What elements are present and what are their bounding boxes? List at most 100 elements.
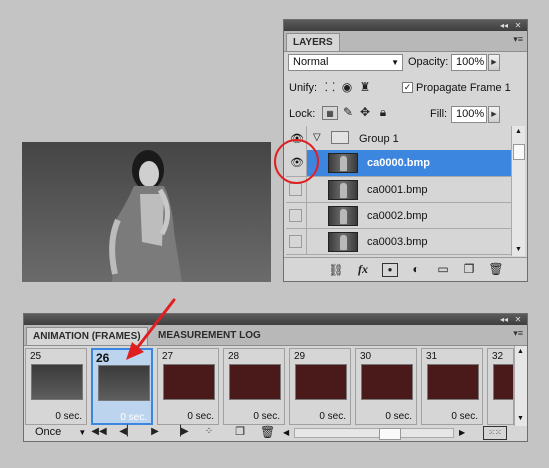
frame-25[interactable]: 25 0 sec.: [25, 348, 87, 425]
scroll-up-icon[interactable]: ▲: [515, 128, 522, 135]
panel-menu-icon[interactable]: ▾≡: [513, 34, 523, 45]
trash-icon[interactable]: 🗑︎: [488, 262, 504, 276]
folder-icon[interactable]: ▭: [435, 262, 451, 276]
lock-transparent-icon[interactable]: ▦: [322, 106, 338, 120]
frame-thumbnail: [361, 364, 413, 400]
frames-horizontal-scrollbar[interactable]: [294, 428, 454, 440]
collapse-icon[interactable]: ◂◂: [498, 20, 510, 31]
fill-slider-button[interactable]: ▶: [488, 106, 500, 123]
opacity-input[interactable]: 100%: [451, 54, 487, 71]
scroll-up-icon[interactable]: ▲: [517, 348, 524, 355]
layer-thumbnail: [328, 206, 358, 226]
frame-thumbnail: [98, 365, 150, 401]
next-frame-icon[interactable]: ▕▶: [172, 425, 190, 439]
frame-thumbnail: [493, 364, 513, 400]
visibility-box: [289, 183, 302, 196]
trash-icon[interactable]: 🗑︎: [260, 425, 275, 439]
frame-31[interactable]: 31 0 sec.: [421, 348, 483, 425]
chevron-down-icon: ▼: [78, 428, 87, 437]
previous-frame-icon[interactable]: ◀▏: [118, 425, 136, 439]
frame-32[interactable]: 32: [487, 348, 514, 425]
frame-28[interactable]: 28 0 sec.: [223, 348, 285, 425]
frame-delay[interactable]: 0 sec.: [187, 411, 214, 422]
layer-row[interactable]: ca0002.bmp: [286, 203, 511, 229]
layer-row[interactable]: 👁︎ ca0000.bmp: [286, 150, 511, 177]
visibility-box: [289, 209, 302, 222]
unify-position-icon[interactable]: ⸬: [322, 80, 338, 94]
lock-brush-icon[interactable]: ✎: [341, 105, 355, 119]
frame-thumbnail: [295, 364, 347, 400]
scroll-thumb[interactable]: [513, 144, 525, 160]
layer-name: ca0001.bmp: [367, 184, 428, 196]
scroll-down-icon[interactable]: ▼: [515, 246, 522, 253]
link-icon[interactable]: ⛓︎: [328, 263, 344, 277]
layer-visibility-toggle[interactable]: [286, 229, 307, 255]
opacity-slider-button[interactable]: ▶: [488, 54, 500, 71]
layers-scrollbar[interactable]: ▲ ▼: [511, 126, 525, 256]
convert-to-timeline-icon[interactable]: ⁙⁙: [483, 426, 507, 440]
lock-all-icon[interactable]: 🔒︎: [376, 105, 390, 119]
loop-select[interactable]: Once ▼: [35, 426, 86, 438]
group-row[interactable]: 👁︎ ▽ Group 1: [286, 126, 511, 152]
layer-row[interactable]: ca0003.bmp: [286, 229, 511, 255]
scroll-left-icon[interactable]: ◀: [283, 428, 289, 437]
panel-menu-icon[interactable]: ▾≡: [513, 328, 523, 339]
close-icon[interactable]: ✕: [512, 314, 524, 325]
lock-label: Lock:: [289, 108, 316, 120]
animation-footer: Once ▼ ◀◀ ◀▏ ▶ ▕▶ ⁘ ❐ 🗑︎ ◀ ▶ ⁙⁙: [24, 425, 527, 441]
frame-thumbnail: [31, 364, 83, 400]
new-layer-icon[interactable]: ❐: [461, 262, 477, 276]
frames-scrollbar[interactable]: ▲ ▼: [514, 346, 527, 426]
frame-delay[interactable]: 0 sec.: [120, 412, 147, 423]
frame-29[interactable]: 29 0 sec.: [289, 348, 351, 425]
layer-name: ca0003.bmp: [367, 236, 428, 248]
frame-number: 25: [30, 351, 42, 362]
frame-delay[interactable]: 0 sec.: [451, 411, 478, 422]
layer-row[interactable]: ca0001.bmp: [286, 177, 511, 203]
layer-thumbnail: [328, 153, 358, 173]
play-icon[interactable]: ▶: [148, 425, 162, 439]
scroll-right-icon[interactable]: ▶: [459, 428, 465, 437]
fx-icon[interactable]: fx: [353, 262, 373, 276]
disclosure-triangle-icon[interactable]: ▽: [313, 132, 321, 143]
layer-name: ca0002.bmp: [367, 210, 428, 222]
frame-30[interactable]: 30 0 sec.: [355, 348, 417, 425]
frame-number: 31: [426, 351, 438, 362]
animation-tabbar: ANIMATION (FRAMES) MEASUREMENT LOG: [24, 325, 527, 346]
frame-delay[interactable]: 0 sec.: [55, 411, 82, 422]
mask-icon[interactable]: ●: [382, 263, 398, 277]
loop-value: Once: [35, 426, 62, 438]
close-icon[interactable]: ✕: [512, 20, 524, 31]
unify-visibility-icon[interactable]: ◉: [339, 80, 355, 94]
frame-delay[interactable]: 0 sec.: [319, 411, 346, 422]
fill-label: Fill:: [430, 108, 448, 120]
chevron-down-icon: ▼: [391, 58, 399, 67]
layer-visibility-toggle[interactable]: [286, 203, 307, 229]
scroll-thumb[interactable]: [379, 428, 401, 440]
frame-delay[interactable]: 0 sec.: [385, 411, 412, 422]
scroll-down-icon[interactable]: ▼: [517, 415, 524, 422]
unify-style-icon[interactable]: ♜: [357, 80, 373, 94]
frame-number: 29: [294, 351, 306, 362]
blend-mode-value: Normal: [293, 56, 329, 68]
layer-thumbnail: [328, 232, 358, 252]
duplicate-frame-icon[interactable]: ❐: [233, 425, 247, 439]
woman-photo: [109, 150, 182, 282]
blend-mode-select[interactable]: Normal ▼: [288, 54, 403, 71]
frame-delay[interactable]: 0 sec.: [253, 411, 280, 422]
unify-label: Unify:: [289, 82, 318, 94]
opacity-label: Opacity:: [408, 56, 449, 68]
propagate-label: Propagate Frame 1: [416, 82, 511, 94]
first-frame-icon[interactable]: ◀◀: [90, 425, 108, 439]
frame-thumbnail: [229, 364, 281, 400]
layer-thumbnail: [328, 180, 358, 200]
canvas-image: [22, 142, 271, 282]
collapse-icon[interactable]: ◂◂: [498, 314, 510, 325]
lock-position-icon[interactable]: ✥: [358, 105, 372, 119]
propagate-checkbox[interactable]: ✓: [402, 82, 413, 93]
frame-number: 26: [96, 351, 110, 365]
tween-icon[interactable]: ⁘: [201, 425, 217, 439]
adjustment-icon[interactable]: ◐: [408, 262, 424, 276]
tab-layers[interactable]: LAYERS: [286, 33, 340, 51]
fill-input[interactable]: 100%: [451, 106, 487, 123]
